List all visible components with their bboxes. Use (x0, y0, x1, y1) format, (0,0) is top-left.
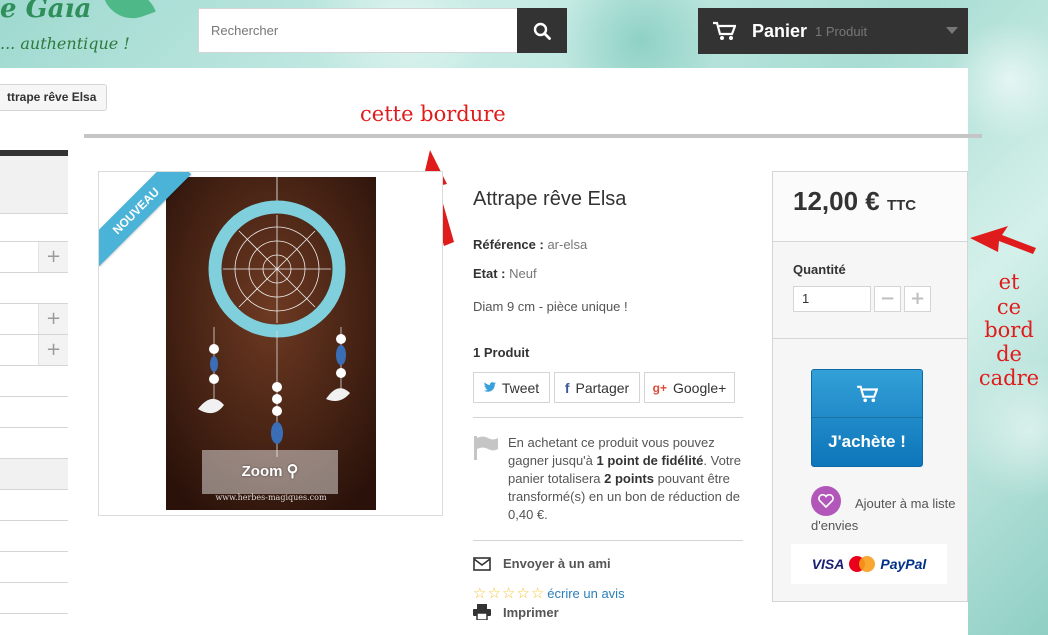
print-label: Imprimer (503, 604, 559, 620)
price: 12,00 € TTC (793, 186, 916, 216)
stock-quantity: 1 Produit (473, 345, 530, 360)
visa-logo: VISA (811, 556, 845, 572)
flag-icon (474, 436, 498, 460)
loyalty-points: 1 point de fidélité (596, 453, 704, 468)
sidebar-item[interactable] (0, 156, 68, 214)
annotation-right-1: et (998, 270, 1020, 294)
buy-box: 12,00 € TTC Quantité 1 − + J'achète ! Aj… (772, 171, 968, 602)
sidebar-item[interactable] (0, 552, 68, 583)
google-plus-icon: g+ (652, 380, 667, 395)
product-condition: Etat : Neuf (473, 266, 537, 281)
product-title: Attrape rêve Elsa (473, 188, 627, 210)
reference-value: ar-elsa (547, 237, 588, 252)
price-value: 12,00 € (793, 186, 880, 216)
paypal-logo: PayPal (880, 556, 927, 572)
quantity-plus-button[interactable]: + (904, 286, 931, 312)
sidebar-item[interactable] (0, 273, 68, 304)
search-button[interactable] (517, 8, 567, 53)
send-friend-label: Envoyer à un ami (503, 556, 611, 571)
condition-value: Neuf (509, 266, 537, 281)
star-icon: ☆ (501, 584, 516, 602)
zoom-button[interactable]: Zoom ⚲ (202, 450, 338, 494)
logo[interactable]: e Gaïa (0, 0, 91, 24)
facebook-share-button[interactable]: f Partager (554, 372, 640, 403)
cart-icon (857, 385, 878, 402)
star-icon: ☆ (530, 584, 545, 602)
photo-caption: www.herbes-magiques.com (215, 493, 327, 502)
envelope-icon (473, 556, 491, 571)
tweet-button[interactable]: Tweet (473, 372, 550, 403)
zoom-label: Zoom (241, 463, 283, 480)
add-to-cart-button[interactable]: J'achète ! (811, 369, 923, 467)
annotation-right-5: cadre (978, 366, 1040, 390)
price-area: 12,00 € TTC (773, 172, 967, 242)
cart-icon (713, 21, 736, 40)
annotation-arrow-left-icon (970, 226, 1036, 254)
quantity-area: Quantité 1 − + (773, 244, 967, 339)
twitter-icon (483, 382, 496, 392)
annotation-right-2: ce (996, 295, 1022, 319)
mastercard-icon (849, 556, 876, 572)
tagline: ... authentique ! (0, 34, 130, 53)
google-plus-label: Google+ (673, 379, 727, 396)
sidebar-item[interactable] (0, 366, 68, 397)
expand-plus-icon[interactable]: + (38, 335, 68, 365)
zoom-magnifier-icon: ⚲ (286, 463, 299, 480)
cart-count: 1 Produit (815, 23, 868, 39)
divider (473, 417, 743, 418)
breadcrumb[interactable]: ttrape rêve Elsa (0, 84, 108, 111)
chevron-down-icon[interactable] (946, 27, 958, 34)
sidebar-item[interactable] (0, 214, 68, 242)
add-to-wishlist-link[interactable]: Ajouter à ma liste d'envies (811, 493, 961, 537)
border-line (84, 134, 982, 138)
reference-label: Référence : (473, 237, 544, 252)
category-sidebar: + + + (0, 150, 68, 614)
sidebar-item[interactable]: + (0, 242, 68, 273)
sidebar-item[interactable] (0, 397, 68, 428)
product-reference: Référence : ar-elsa (473, 237, 587, 252)
quantity-minus-button[interactable]: − (874, 286, 901, 312)
star-icon: ☆ (516, 584, 530, 602)
search-input[interactable]: Rechercher (198, 8, 518, 53)
sidebar-item[interactable] (0, 459, 68, 490)
sidebar-item[interactable] (0, 490, 68, 521)
tweet-label: Tweet (501, 379, 540, 396)
quantity-input[interactable]: 1 (793, 286, 871, 312)
tax-label: TTC (886, 197, 917, 214)
write-review-link[interactable]: écrire un avis (547, 586, 624, 601)
share-label: Partager (575, 379, 630, 396)
sidebar-item[interactable]: + (0, 335, 68, 366)
google-plus-button[interactable]: g+ Google+ (644, 372, 735, 403)
loyalty-message: En achetant ce produit vous pouvez gagne… (508, 434, 748, 524)
divider (473, 540, 743, 541)
product-image-box[interactable]: www.herbes-magiques.com Zoom ⚲ NOUVEAU (98, 171, 443, 516)
annotation-top-text: cette bordure (360, 102, 506, 126)
star-icon: ☆ (473, 584, 487, 602)
send-to-friend-link[interactable]: Envoyer à un ami (473, 556, 611, 571)
rating-stars[interactable]: ☆ ☆ ☆ ☆ ☆ écrire un avis (473, 584, 625, 602)
quantity-label: Quantité (793, 262, 846, 277)
sidebar-item[interactable]: + (0, 304, 68, 335)
expand-plus-icon[interactable]: + (38, 242, 68, 272)
cart-button[interactable]: Panier 1 Produit (698, 8, 968, 54)
facebook-icon: f (564, 379, 570, 396)
cart-label: Panier (752, 20, 808, 41)
condition-label: Etat : (473, 266, 506, 281)
search-icon (533, 22, 551, 40)
annotation-right-3: bord (984, 318, 1034, 342)
sidebar-item[interactable] (0, 583, 68, 614)
expand-plus-icon[interactable]: + (38, 304, 68, 334)
payment-logos: VISA PayPal (791, 544, 947, 584)
buy-cart-part (812, 370, 922, 418)
printer-icon (473, 604, 491, 620)
sidebar-item[interactable] (0, 428, 68, 459)
star-icon: ☆ (487, 584, 501, 602)
loyalty-total-points: 2 points (604, 471, 654, 486)
buy-label: J'achète ! (828, 432, 906, 451)
annotation-right-4: de (996, 342, 1022, 366)
product-description: Diam 9 cm - pièce unique ! (473, 299, 628, 314)
sidebar-item[interactable] (0, 521, 68, 552)
print-link[interactable]: Imprimer (473, 604, 559, 620)
